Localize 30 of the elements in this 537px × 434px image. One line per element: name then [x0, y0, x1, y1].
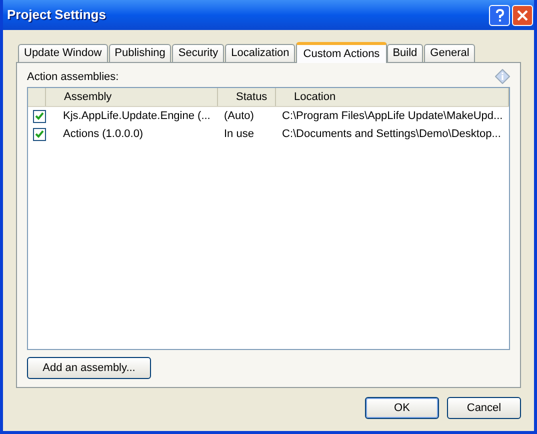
tab[interactable]: Publishing [108, 44, 172, 62]
table-cell: In use [224, 128, 254, 140]
window-title: Project Settings [7, 6, 106, 24]
dialog-button[interactable]: OK [365, 397, 439, 419]
column-header[interactable]: Location [276, 88, 509, 106]
tab[interactable]: Localization [225, 44, 296, 62]
table-cell: (Auto) [224, 110, 254, 122]
table-cell: C:\Documents and Settings\Demo\Desktop... [282, 128, 501, 140]
tab[interactable]: Custom Actions [296, 42, 387, 63]
question-mark-icon [494, 8, 504, 22]
table-cell: Kjs.AppLife.Update.Engine (... [63, 110, 210, 122]
column-header[interactable]: Assembly [46, 88, 218, 106]
tab[interactable]: General [424, 44, 476, 62]
table-cell: C:\Program Files\AppLife Update\MakeUpd... [282, 110, 503, 122]
close-button[interactable] [512, 4, 533, 26]
info-icon [495, 69, 510, 84]
checkmark-icon [35, 130, 44, 138]
section-label: Action assemblies: [27, 70, 119, 85]
tab[interactable]: Build [386, 44, 424, 62]
help-button[interactable] [489, 4, 510, 26]
checkmark-icon [35, 112, 44, 120]
dialog-button[interactable]: Cancel [447, 397, 521, 419]
checkbox[interactable] [33, 110, 46, 123]
add-assembly-button[interactable]: Add an assembly... [27, 357, 151, 379]
checkbox[interactable] [33, 128, 46, 141]
close-icon [517, 10, 528, 20]
table-cell: Actions (1.0.0.0) [63, 128, 144, 140]
tab[interactable]: Security [172, 44, 224, 62]
tab[interactable]: Update Window [18, 44, 108, 62]
column-header[interactable]: Status [218, 88, 276, 106]
